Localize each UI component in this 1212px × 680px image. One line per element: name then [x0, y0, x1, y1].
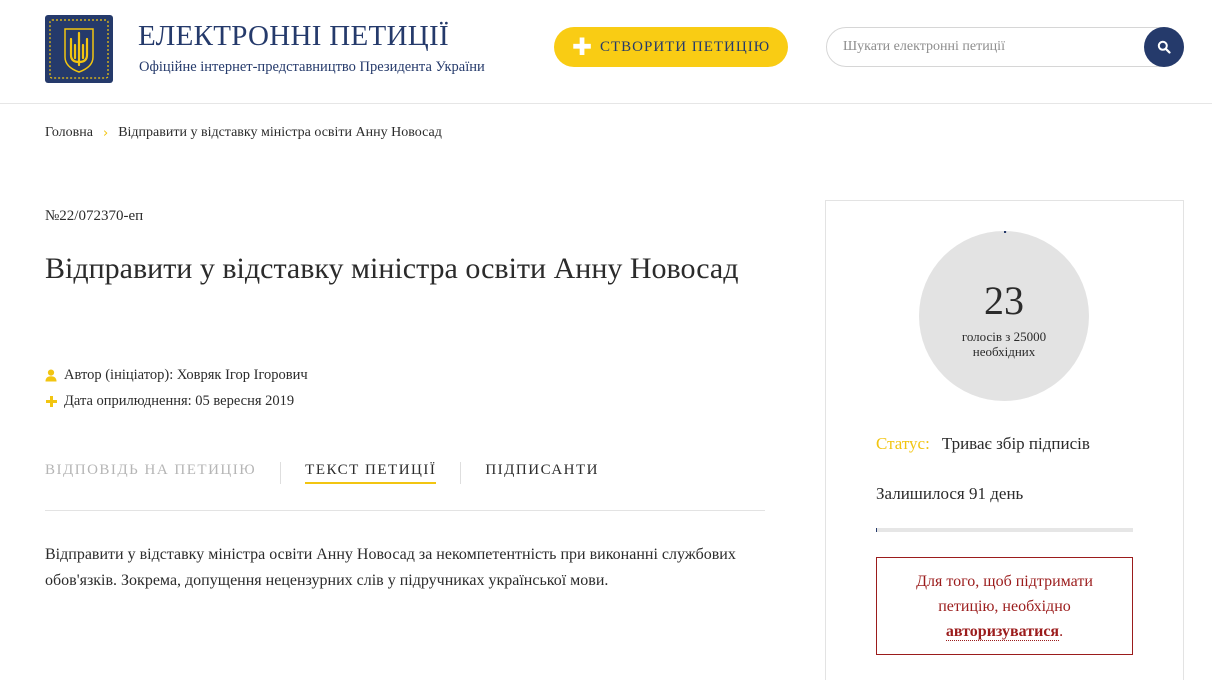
days-progress-bar	[876, 528, 1133, 532]
breadcrumb-current: Відправити у відставку міністра освіти А…	[118, 125, 442, 140]
petition-tabs: ВІДПОВІДЬ НА ПЕТИЦІЮ ТЕКСТ ПЕТИЦІЇ ПІДПИ…	[45, 462, 599, 488]
author-label: Автор (ініціатор):	[64, 367, 174, 383]
create-petition-label: СТВОРИТИ ПЕТИЦІЮ	[599, 38, 771, 55]
petition-status: Статус: Триває збір підписів	[876, 434, 1090, 454]
search-button[interactable]	[1144, 27, 1184, 67]
breadcrumb: Головна › Відправити у відставку міністр…	[45, 125, 442, 141]
site-subtitle: Офіційне інтернет-представництво Президе…	[139, 59, 485, 75]
days-remaining: Залишилося 91 день	[876, 484, 1024, 503]
tab-petition-text[interactable]: ТЕКСТ ПЕТИЦІЇ	[305, 462, 437, 484]
search-input[interactable]	[843, 37, 1133, 57]
login-link[interactable]: авторизуватися	[945, 622, 1060, 641]
date-value: 05 вересня 2019	[195, 393, 295, 409]
petition-text: Відправити у відставку міністра освіти А…	[45, 546, 736, 589]
user-icon	[45, 369, 57, 383]
petition-sidebar: 23 голосів з 25000 необхідних Статус: Три…	[825, 200, 1184, 680]
auth-suffix: .	[1059, 622, 1064, 640]
status-label: Статус:	[876, 434, 930, 453]
petition-author: Автор (ініціатор): Ховряк Ігор Ігорович	[45, 367, 308, 384]
search-box	[826, 27, 1184, 67]
votes-label: голосів з 25000 необхідних	[961, 329, 1047, 359]
tab-divider	[280, 462, 282, 484]
site-title[interactable]: ЕЛЕКТРОННІ ПЕТИЦІЇ	[138, 20, 449, 53]
auth-required-notice: Для того, щоб підтримати петицію, необхі…	[876, 557, 1133, 655]
site-header: ЕЛЕКТРОННІ ПЕТИЦІЇ Офіційне інтернет-пре…	[0, 0, 1212, 104]
tab-answer: ВІДПОВІДЬ НА ПЕТИЦІЮ	[45, 462, 257, 478]
tab-signers[interactable]: ПІДПИСАНТИ	[485, 462, 599, 479]
tab-divider	[460, 462, 462, 484]
tabs-divider-line	[45, 510, 765, 511]
search-icon	[1157, 40, 1171, 54]
auth-notice-text: Для того, щоб підтримати петицію, необхі…	[895, 569, 1114, 644]
author-name: Ховряк Ігор Ігорович	[176, 367, 308, 383]
status-value: Триває збір підписів	[941, 434, 1090, 453]
site-logo[interactable]	[45, 15, 113, 83]
chevron-right-icon: ›	[102, 125, 109, 141]
votes-count: 23	[984, 278, 1024, 323]
auth-text: Для того, щоб підтримати петицію, необхі…	[916, 572, 1093, 615]
page-title: Відправити у відставку міністра освіти А…	[45, 252, 739, 285]
plus-icon: ✚	[571, 33, 592, 61]
date-label: Дата оприлюднення:	[64, 393, 192, 409]
breadcrumb-home-link[interactable]: Головна	[45, 125, 93, 141]
create-petition-button[interactable]: ✚ СТВОРИТИ ПЕТИЦІЮ	[554, 27, 788, 67]
petition-date: Дата оприлюднення: 05 вересня 2019	[45, 393, 294, 410]
petition-number: №22/072370-еп	[45, 208, 144, 224]
plus-icon	[45, 395, 57, 409]
trident-coat-of-arms-icon	[49, 19, 109, 79]
